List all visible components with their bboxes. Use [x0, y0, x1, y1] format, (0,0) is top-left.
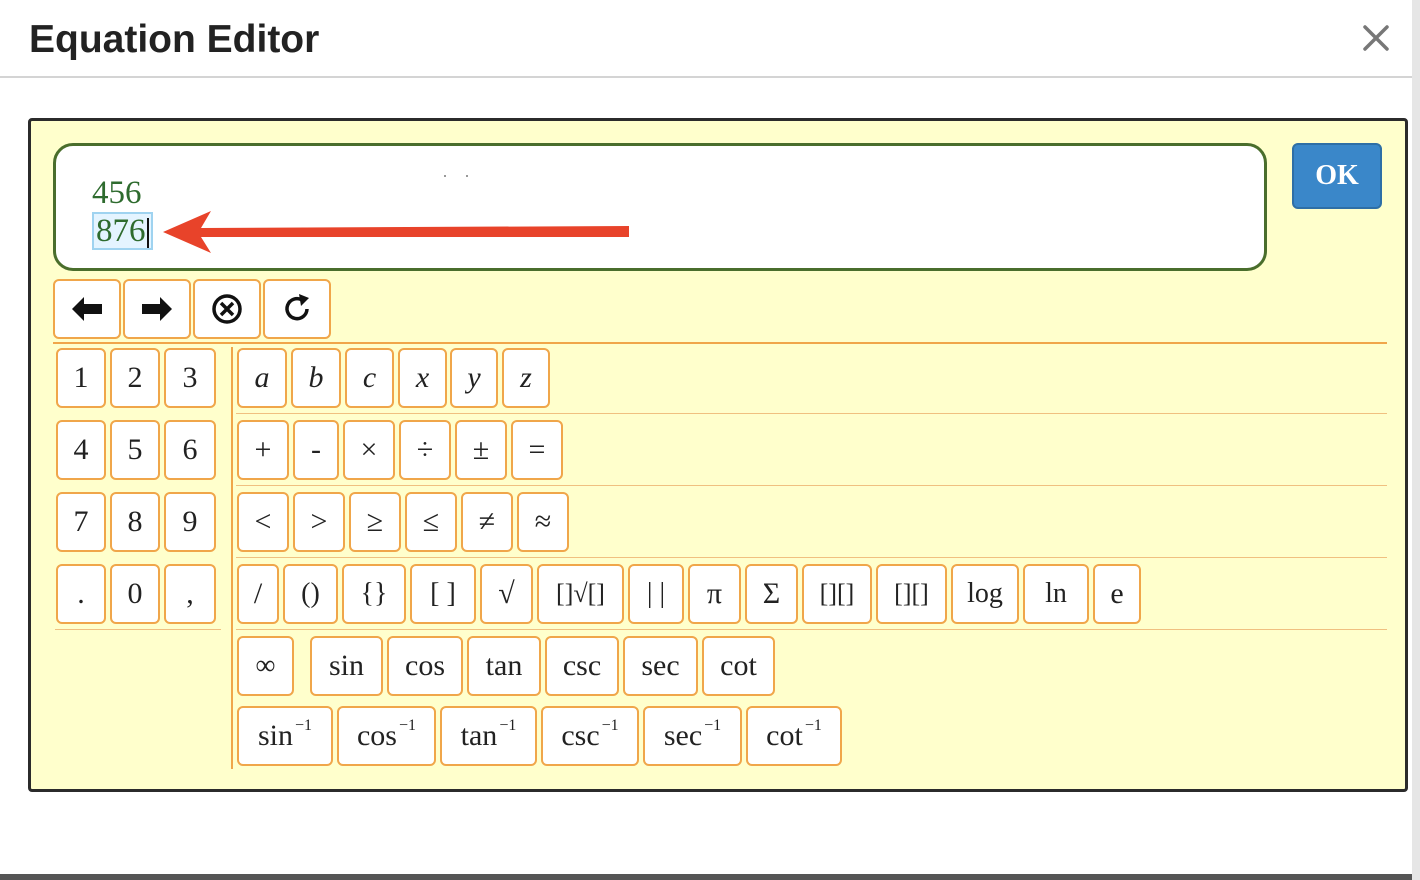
key-greater-equal[interactable]: ≥: [349, 492, 401, 552]
key-ln[interactable]: ln: [1023, 564, 1089, 624]
key-cos[interactable]: cos: [387, 636, 463, 696]
speck: [444, 175, 446, 177]
denominator-selected[interactable]: 876: [92, 212, 153, 251]
key-5[interactable]: 5: [110, 420, 160, 480]
keypad-divider: [231, 347, 233, 769]
key-fraction[interactable]: /: [237, 564, 279, 624]
speck: [466, 175, 468, 177]
key-sigma[interactable]: Σ: [745, 564, 798, 624]
key-decimal[interactable]: .: [56, 564, 106, 624]
key-b[interactable]: b: [291, 348, 341, 408]
arrow-left-icon: [72, 297, 102, 321]
fraction-display: 456 876: [92, 175, 153, 251]
key-plus-minus[interactable]: ±: [455, 420, 507, 480]
refresh-button[interactable]: [263, 279, 331, 339]
key-8[interactable]: 8: [110, 492, 160, 552]
left-arrow-button[interactable]: [53, 279, 121, 339]
key-3[interactable]: 3: [164, 348, 216, 408]
key-cot[interactable]: cot: [702, 636, 775, 696]
right-arrow-button[interactable]: [123, 279, 191, 339]
key-c[interactable]: c: [345, 348, 394, 408]
key-6[interactable]: 6: [164, 420, 216, 480]
circle-x-icon: [212, 294, 242, 324]
key-y[interactable]: y: [450, 348, 498, 408]
key-subscript[interactable]: [][]: [876, 564, 947, 624]
key-less-than[interactable]: <: [237, 492, 289, 552]
key-x[interactable]: x: [398, 348, 447, 408]
key-0[interactable]: 0: [110, 564, 160, 624]
key-minus[interactable]: -: [293, 420, 339, 480]
ok-button[interactable]: OK: [1292, 143, 1382, 209]
row-divider: [236, 557, 1387, 558]
scrollbar-track: [1412, 0, 1420, 880]
arrow-right-icon: [142, 297, 172, 321]
key-infinity[interactable]: ∞: [237, 636, 294, 696]
key-pi[interactable]: π: [688, 564, 741, 624]
key-2[interactable]: 2: [110, 348, 160, 408]
refresh-icon: [285, 294, 309, 321]
key-nth-root[interactable]: []√[]: [537, 564, 624, 624]
key-tan[interactable]: tan: [467, 636, 541, 696]
key-approx[interactable]: ≈: [517, 492, 569, 552]
key-brackets[interactable]: [ ]: [410, 564, 476, 624]
text-caret: [146, 218, 149, 249]
key-a[interactable]: a: [237, 348, 287, 408]
annotation-arrow-icon: [163, 211, 629, 253]
key-csc[interactable]: csc: [545, 636, 619, 696]
key-equals[interactable]: =: [511, 420, 563, 480]
numerator: 456: [92, 175, 142, 211]
key-log[interactable]: log: [951, 564, 1019, 624]
key-times[interactable]: ×: [343, 420, 395, 480]
key-4[interactable]: 4: [56, 420, 106, 480]
key-arccot[interactable]: cot −1: [746, 706, 842, 766]
key-arcsec[interactable]: sec −1: [643, 706, 742, 766]
key-arccsc[interactable]: csc −1: [541, 706, 639, 766]
equation-editor-panel: 456 876 OK 1 2 3 4 5 6 7 8 9 . 0 , a b c…: [28, 118, 1408, 792]
key-absolute[interactable]: | |: [628, 564, 684, 624]
key-greater-than[interactable]: >: [293, 492, 345, 552]
key-superscript[interactable]: [][]: [802, 564, 872, 624]
key-e[interactable]: e: [1093, 564, 1141, 624]
key-z[interactable]: z: [502, 348, 550, 408]
close-icon[interactable]: [1356, 18, 1396, 58]
dialog-header: Equation Editor: [0, 0, 1412, 78]
row-divider: [236, 413, 1387, 414]
key-1[interactable]: 1: [56, 348, 106, 408]
key-arccos[interactable]: cos −1: [337, 706, 436, 766]
key-9[interactable]: 9: [164, 492, 216, 552]
row-divider: [55, 629, 221, 630]
bottom-edge: [0, 874, 1412, 880]
key-sqrt[interactable]: √: [480, 564, 533, 624]
row-divider: [236, 629, 1387, 630]
key-braces[interactable]: {}: [342, 564, 406, 624]
key-arctan[interactable]: tan −1: [440, 706, 537, 766]
clear-button[interactable]: [193, 279, 261, 339]
row-divider: [236, 485, 1387, 486]
key-sec[interactable]: sec: [623, 636, 698, 696]
toolbar-divider: [53, 342, 1387, 344]
key-less-equal[interactable]: ≤: [405, 492, 457, 552]
key-comma[interactable]: ,: [164, 564, 216, 624]
key-sin[interactable]: sin: [310, 636, 383, 696]
dialog-title: Equation Editor: [29, 18, 320, 61]
key-not-equal[interactable]: ≠: [461, 492, 513, 552]
key-plus[interactable]: +: [237, 420, 289, 480]
key-arcsin[interactable]: sin −1: [237, 706, 333, 766]
key-divide[interactable]: ÷: [399, 420, 451, 480]
key-7[interactable]: 7: [56, 492, 106, 552]
key-parentheses[interactable]: (): [283, 564, 338, 624]
